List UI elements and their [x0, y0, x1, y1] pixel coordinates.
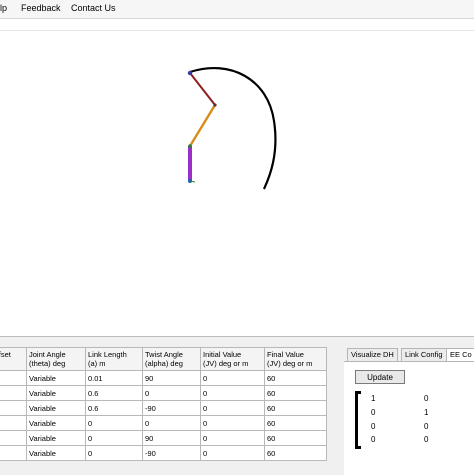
cell-joint-angle[interactable]: Variable — [26, 370, 86, 386]
workspace-arc — [189, 67, 277, 190]
cell-initial-value[interactable]: 0 — [200, 430, 265, 446]
cell-twist-angle[interactable]: -90 — [142, 400, 201, 416]
menu-contact-us[interactable]: Contact Us — [71, 3, 116, 13]
cell-joint-angle[interactable]: Variable — [26, 445, 86, 461]
table-row: Variable 0.6 -90 0 60 — [0, 400, 327, 416]
matrix-left-bracket — [355, 391, 361, 449]
cell-offset[interactable] — [0, 400, 27, 416]
cell-final-value[interactable]: 60 — [264, 445, 327, 461]
link-middle — [188, 104, 217, 147]
cell-offset[interactable] — [0, 445, 27, 461]
dh-parameter-table: Offsetm Joint Angle(theta) deg Link Leng… — [0, 347, 327, 461]
col-header-joint-angle: Joint Angle (theta) deg — [26, 347, 86, 371]
joint-middle — [188, 144, 192, 148]
table-row: Variable 0.01 90 0 60 — [0, 370, 327, 386]
joint-top — [187, 70, 193, 76]
cell-twist-angle[interactable]: -90 — [142, 445, 201, 461]
table-row: Variable 0 -90 0 60 — [0, 445, 327, 461]
col-header-final-value: Final Value (JV) deg or m — [264, 347, 327, 371]
cell-link-length[interactable]: 0 — [85, 430, 143, 446]
cell-link-length[interactable]: 0.6 — [85, 385, 143, 401]
matrix-cell: 0 — [371, 408, 376, 417]
tab-visualize-dh[interactable]: Visualize DH — [347, 348, 398, 361]
cell-joint-angle[interactable]: Variable — [26, 430, 86, 446]
cell-initial-value[interactable]: 0 — [200, 385, 265, 401]
cell-final-value[interactable]: 60 — [264, 430, 327, 446]
cell-twist-angle[interactable]: 0 — [142, 385, 201, 401]
table-row: Variable 0.6 0 0 60 — [0, 385, 327, 401]
tab-link-config[interactable]: Link Config — [401, 348, 447, 361]
col-header-twist-angle: Twist Angle (alpha) deg — [142, 347, 201, 371]
update-button[interactable]: Update — [355, 370, 405, 384]
cell-joint-angle[interactable]: Variable — [26, 385, 86, 401]
menu-feedback[interactable]: Feedback — [21, 3, 61, 13]
cell-link-length[interactable]: 0.6 — [85, 400, 143, 416]
menu-help[interactable]: lp — [0, 3, 7, 13]
cell-link-length[interactable]: 0 — [85, 445, 143, 461]
matrix-cell: 0 — [424, 422, 429, 431]
tab-ee-config[interactable]: EE Co — [446, 348, 474, 361]
matrix-cell: 0 — [371, 435, 376, 444]
matrix-cell: 0 — [424, 435, 429, 444]
matrix-cell: 1 — [371, 394, 376, 403]
cell-final-value[interactable]: 60 — [264, 400, 327, 416]
cell-offset[interactable] — [0, 385, 27, 401]
cell-link-length[interactable]: 0.01 — [85, 370, 143, 386]
col-header-initial-value: Initial Value (JV) deg or m — [200, 347, 265, 371]
cell-final-value[interactable]: 60 — [264, 385, 327, 401]
table-row: Variable 0 0 0 60 — [0, 415, 327, 431]
cell-initial-value[interactable]: 0 — [200, 415, 265, 431]
cell-offset[interactable] — [0, 430, 27, 446]
matrix-cell: 0 — [424, 394, 429, 403]
matrix-cell: 0 — [371, 422, 376, 431]
cell-joint-angle[interactable]: Variable — [26, 415, 86, 431]
robot-arm-plot — [187, 67, 277, 190]
cell-initial-value[interactable]: 0 — [200, 370, 265, 386]
cell-twist-angle[interactable]: 0 — [142, 415, 201, 431]
menu-bar: lp Feedback Contact Us — [0, 0, 474, 19]
link-upper — [189, 72, 216, 106]
table-row: Variable 0 90 0 60 — [0, 430, 327, 446]
cell-offset[interactable] — [0, 415, 27, 431]
table-header-row: Offsetm Joint Angle(theta) deg Link Leng… — [0, 347, 327, 371]
cell-final-value[interactable]: 60 — [264, 370, 327, 386]
cell-link-length[interactable]: 0 — [85, 415, 143, 431]
cell-twist-angle[interactable]: 90 — [142, 430, 201, 446]
joint-elbow — [213, 103, 217, 107]
cell-initial-value[interactable]: 0 — [200, 400, 265, 416]
cell-offset[interactable] — [0, 370, 27, 386]
col-header-offset: Offsetm — [0, 347, 27, 371]
cell-initial-value[interactable]: 0 — [200, 445, 265, 461]
cell-twist-angle[interactable]: 90 — [142, 370, 201, 386]
col-header-link-length: Link Length (a) m — [85, 347, 143, 371]
cell-joint-angle[interactable]: Variable — [26, 400, 86, 416]
matrix-cell: 1 — [424, 408, 429, 417]
cell-final-value[interactable]: 60 — [264, 415, 327, 431]
robot-visualization-canvas[interactable] — [0, 30, 474, 336]
